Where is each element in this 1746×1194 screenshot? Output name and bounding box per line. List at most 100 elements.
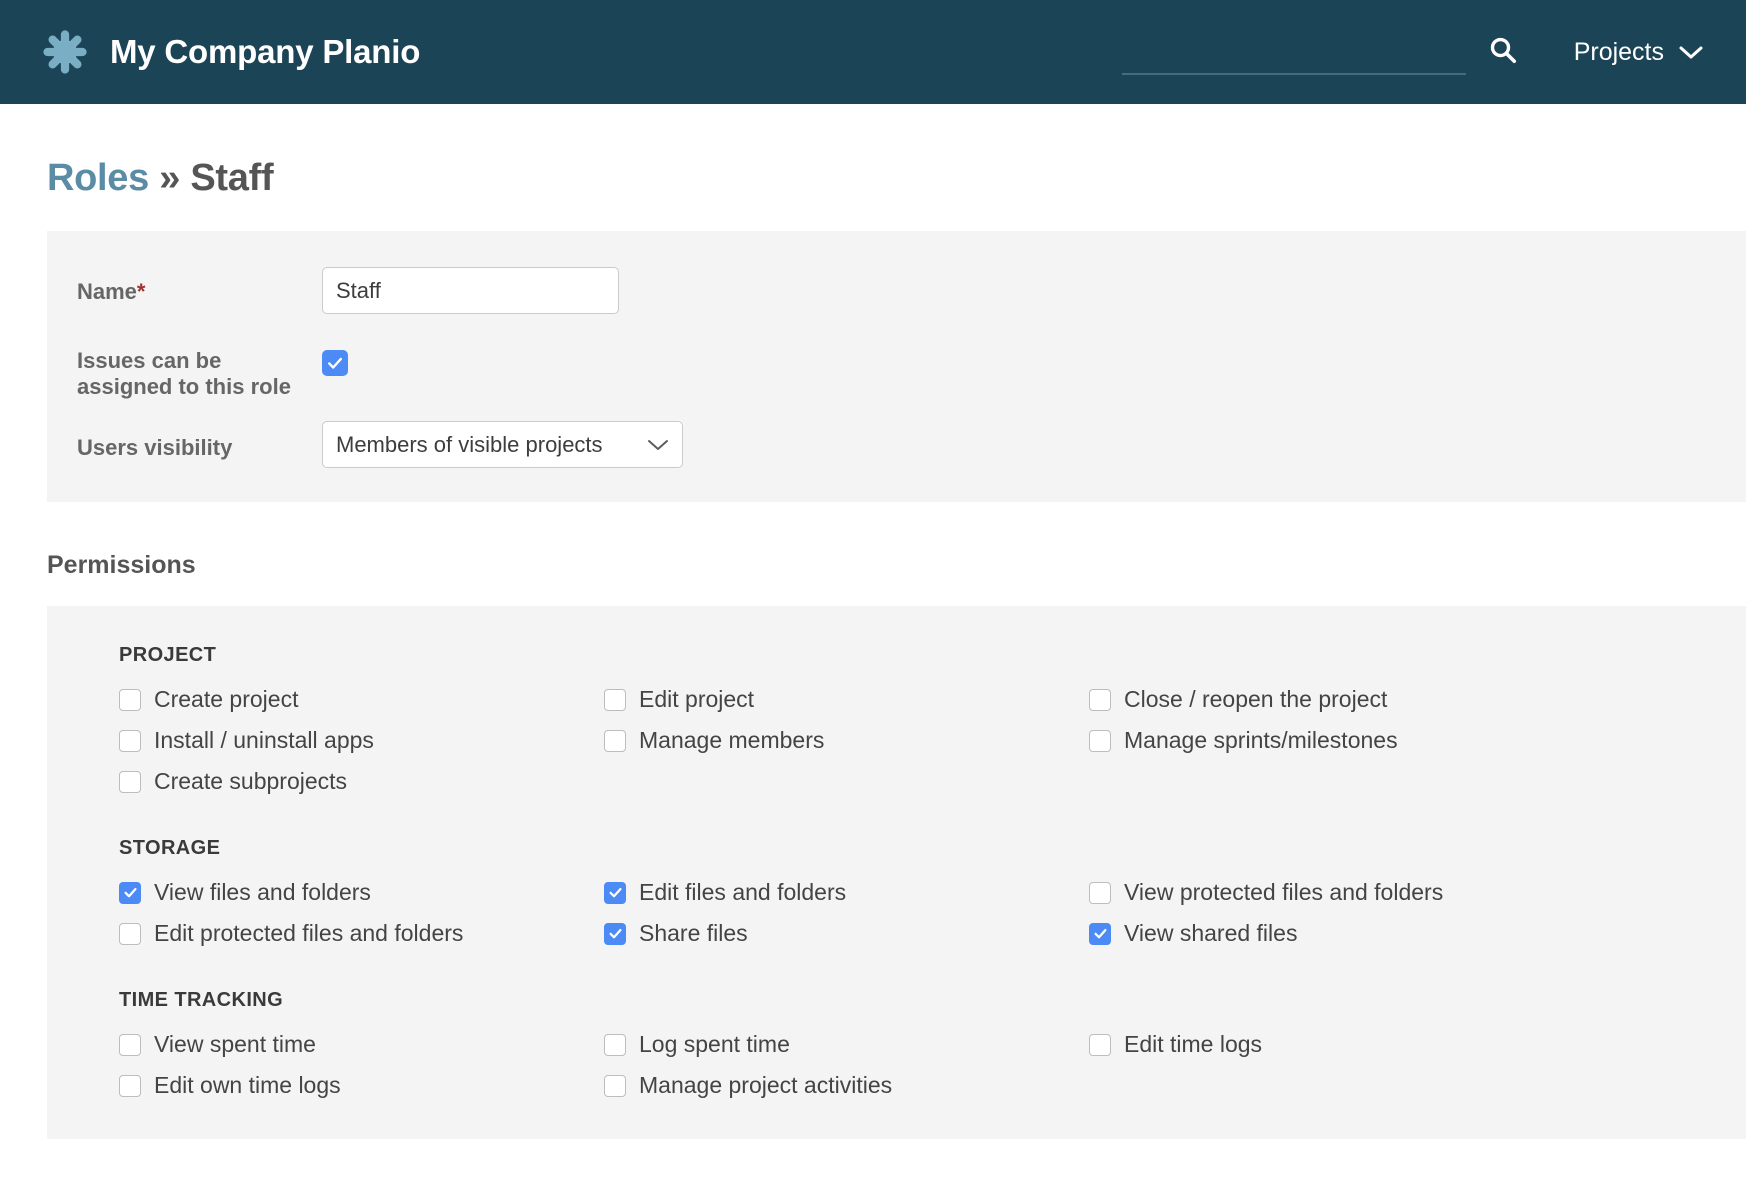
- users-visibility-value: Members of visible projects: [336, 431, 603, 457]
- role-attributes-panel: Name* Issues can be assigned to this rol…: [47, 231, 1746, 503]
- permission-label: Install / uninstall apps: [154, 727, 374, 754]
- permission-item[interactable]: Manage members: [604, 727, 1089, 754]
- check-icon: [124, 888, 136, 898]
- permission-item[interactable]: Edit time logs: [1089, 1031, 1746, 1058]
- permission-checkbox[interactable]: [119, 881, 141, 904]
- permission-label: View spent time: [154, 1031, 316, 1058]
- check-icon: [327, 357, 343, 369]
- permission-item[interactable]: Log spent time: [604, 1031, 1089, 1058]
- permission-checkbox[interactable]: [604, 881, 626, 904]
- permission-checkbox[interactable]: [119, 688, 141, 711]
- permission-label: Edit time logs: [1124, 1031, 1263, 1058]
- assignable-checkbox[interactable]: [322, 350, 348, 376]
- search-input[interactable]: [1121, 29, 1466, 75]
- permission-checkbox[interactable]: [1089, 1033, 1111, 1056]
- users-visibility-select[interactable]: Members of visible projects: [322, 421, 683, 469]
- permission-label: View shared files: [1124, 920, 1298, 947]
- permission-item[interactable]: Share files: [604, 920, 1089, 947]
- permission-checkbox[interactable]: [1089, 729, 1111, 752]
- permission-group-title: PROJECT: [119, 644, 217, 667]
- permission-group-title: STORAGE: [119, 837, 221, 860]
- users-visibility-label: Users visibility: [77, 435, 233, 461]
- permission-label: Edit protected files and folders: [154, 920, 464, 947]
- permission-checkbox[interactable]: [119, 770, 141, 793]
- permission-checkbox[interactable]: [119, 922, 141, 945]
- permission-checkbox[interactable]: [604, 1074, 626, 1097]
- search-icon[interactable]: [1488, 35, 1518, 65]
- permission-grid: Create project Edit project Close / reopen…: [119, 686, 1746, 795]
- projects-menu[interactable]: Projects: [1574, 38, 1704, 67]
- permission-label: Log spent time: [639, 1031, 790, 1058]
- permission-checkbox[interactable]: [119, 1033, 141, 1056]
- permission-checkbox[interactable]: [604, 729, 626, 752]
- permission-group-project: PROJECT Create project Edit project Close /…: [47, 644, 1746, 795]
- permission-item[interactable]: Edit protected files and folders: [119, 920, 604, 947]
- permission-group-storage: STORAGE View files and folders Edit files …: [47, 837, 1746, 947]
- brand-title: My Company Planio: [110, 33, 421, 70]
- permission-groups: PROJECT Create project Edit project Close /…: [47, 644, 1746, 1099]
- assignable-label: Issues can be assigned to this role: [77, 348, 291, 399]
- permission-item[interactable]: Create subprojects: [119, 768, 604, 795]
- permission-label: Share files: [639, 920, 748, 947]
- name-label: Name*: [77, 267, 322, 305]
- projects-menu-label: Projects: [1573, 37, 1664, 66]
- chevron-down-icon: [648, 440, 668, 451]
- permission-item[interactable]: Edit own time logs: [119, 1072, 604, 1099]
- permission-label: Create subprojects: [154, 768, 348, 795]
- permission-grid: View files and folders Edit files and fol…: [119, 879, 1746, 947]
- permission-item[interactable]: Create project: [119, 686, 604, 713]
- header-right: Projects: [1121, 29, 1704, 75]
- users-visibility-row: Users visibility Members of visible proj…: [47, 421, 1746, 469]
- permission-label: View files and folders: [154, 879, 371, 906]
- permission-item[interactable]: Manage project activities: [604, 1072, 1089, 1099]
- assignable-row: Issues can be assigned to this role: [47, 336, 1746, 399]
- search-area: [1121, 29, 1518, 75]
- permission-item[interactable]: Edit files and folders: [604, 879, 1089, 906]
- permission-label: Manage members: [639, 727, 825, 754]
- check-icon: [609, 888, 621, 898]
- permission-label: Edit files and folders: [639, 879, 847, 906]
- permission-label: Manage project activities: [639, 1072, 893, 1099]
- permission-label: View protected files and folders: [1124, 879, 1444, 906]
- permission-checkbox[interactable]: [604, 922, 626, 945]
- permission-group-time-tracking: TIME TRACKING View spent time Log spent ti…: [47, 989, 1746, 1099]
- name-field[interactable]: [322, 267, 619, 314]
- permission-item[interactable]: View protected files and folders: [1089, 879, 1746, 906]
- breadcrumb-separator: »: [159, 157, 181, 199]
- permission-grid: View spent time Log spent time Edit time l…: [119, 1031, 1746, 1099]
- breadcrumb-parent-link[interactable]: Roles: [47, 157, 149, 199]
- app-header: My Company Planio Projects: [0, 0, 1746, 104]
- required-marker: *: [136, 279, 146, 304]
- name-row: Name*: [47, 267, 1746, 314]
- name-label-text: Name: [77, 279, 137, 304]
- permission-checkbox[interactable]: [604, 1033, 626, 1056]
- permission-label: Edit project: [639, 686, 755, 713]
- permission-item[interactable]: View shared files: [1089, 920, 1746, 947]
- check-icon: [609, 929, 621, 939]
- permissions-panel: PROJECT Create project Edit project Close /…: [47, 606, 1746, 1140]
- permission-item[interactable]: Manage sprints/milestones: [1089, 727, 1746, 754]
- brand[interactable]: My Company Planio: [42, 29, 420, 75]
- breadcrumb-current: Staff: [190, 157, 274, 199]
- permission-checkbox[interactable]: [604, 688, 626, 711]
- asterisk-flower-icon: [43, 30, 87, 74]
- permission-checkbox[interactable]: [119, 729, 141, 752]
- permission-label: Edit own time logs: [154, 1072, 341, 1099]
- page-title: Roles » Staff: [47, 157, 1746, 200]
- permission-checkbox[interactable]: [1089, 688, 1111, 711]
- chevron-down-icon: [1679, 46, 1703, 59]
- permission-item[interactable]: Close / reopen the project: [1089, 686, 1746, 713]
- permission-item[interactable]: View files and folders: [119, 879, 604, 906]
- page-content: Roles » Staff Name* Issues can be assign…: [0, 157, 1746, 1140]
- permission-group-title: TIME TRACKING: [119, 989, 284, 1012]
- permission-checkbox[interactable]: [1089, 922, 1111, 945]
- permission-checkbox[interactable]: [119, 1074, 141, 1097]
- permission-label: Close / reopen the project: [1124, 686, 1388, 713]
- permission-item[interactable]: Edit project: [604, 686, 1089, 713]
- permission-label: Manage sprints/milestones: [1124, 727, 1398, 754]
- permission-checkbox[interactable]: [1089, 881, 1111, 904]
- permission-item[interactable]: View spent time: [119, 1031, 604, 1058]
- permission-item[interactable]: Install / uninstall apps: [119, 727, 604, 754]
- check-icon: [1094, 929, 1106, 939]
- permission-label: Create project: [154, 686, 299, 713]
